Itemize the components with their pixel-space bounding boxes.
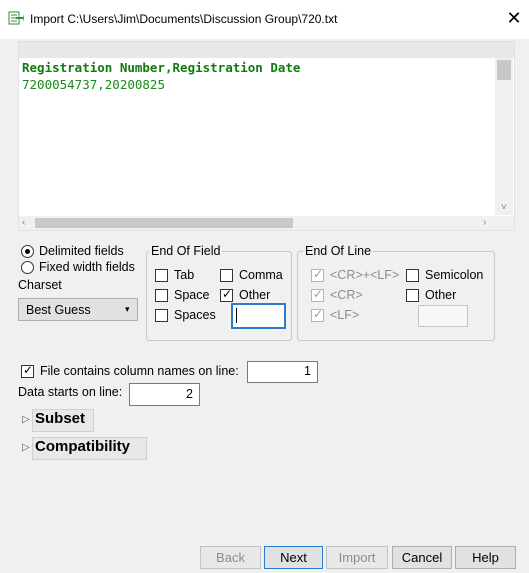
data-starts-line-value: 2	[186, 387, 193, 401]
other-line-label: Other	[425, 288, 457, 302]
horizontal-scroll-thumb[interactable]	[35, 218, 293, 228]
scroll-left-icon[interactable]: ‹	[22, 217, 25, 229]
delimited-radio[interactable]	[21, 245, 34, 258]
back-button[interactable]: Back	[200, 546, 261, 569]
space-label: Space	[174, 288, 210, 302]
vertical-scrollbar[interactable]	[495, 58, 513, 215]
file-preview[interactable]: Registration Number,Registration Date 72…	[18, 41, 515, 231]
end-of-line-group	[297, 251, 495, 341]
other-field-label: Other	[239, 288, 271, 302]
chevron-down-icon: ▾	[125, 304, 130, 314]
import-button[interactable]: Import	[326, 546, 388, 569]
semicolon-checkbox[interactable]	[406, 269, 419, 282]
window-title: Import C:\Users\Jim\Documents\Discussion…	[30, 12, 338, 26]
end-of-line-title: End Of Line	[303, 244, 374, 258]
disclosure-triangle-icon[interactable]: ▷	[22, 441, 32, 455]
column-names-label: File contains column names on line:	[40, 364, 239, 378]
fixed-width-radio[interactable]	[21, 261, 34, 274]
tab-checkbox[interactable]	[155, 269, 168, 282]
tab-label: Tab	[174, 268, 195, 282]
checkmark-icon: ✓	[313, 267, 324, 281]
end-of-field-title: End Of Field	[149, 244, 223, 258]
other-line-checkbox[interactable]	[406, 289, 419, 302]
preview-line-data: 7200054737,20200825	[22, 77, 165, 92]
text-caret	[236, 308, 237, 323]
column-names-line-value: 1	[304, 364, 311, 378]
charset-value: Best Guess	[26, 303, 91, 317]
subset-section-header[interactable]: Subset	[32, 409, 94, 432]
fixed-width-label: Fixed width fields	[39, 260, 135, 274]
preview-line-header: Registration Number,Registration Date	[22, 60, 301, 75]
cr-label: <CR>	[330, 288, 363, 302]
checkmark-icon: ✓	[313, 307, 324, 321]
checkmark-icon: ✓	[23, 363, 34, 377]
title-bar: Import C:\Users\Jim\Documents\Discussion…	[0, 0, 529, 39]
charset-dropdown[interactable]: Best Guess ▾	[18, 298, 138, 321]
scroll-right-icon[interactable]: ›	[483, 217, 486, 229]
comma-checkbox[interactable]	[220, 269, 233, 282]
next-button[interactable]: Next	[264, 546, 323, 569]
preview-header-bar	[19, 42, 514, 58]
semicolon-label: Semicolon	[425, 268, 484, 282]
close-icon[interactable]: ✕	[504, 8, 524, 28]
other-field-input[interactable]	[231, 303, 286, 329]
delimited-label: Delimited fields	[39, 244, 124, 258]
other-line-input[interactable]	[418, 305, 468, 327]
spaces-label: Spaces	[174, 308, 216, 322]
disclosure-triangle-icon[interactable]: ▷	[22, 413, 32, 427]
column-names-line-input[interactable]: 1	[247, 361, 318, 383]
other-field-checkbox[interactable]: ✓	[220, 287, 233, 302]
data-starts-line-input[interactable]: 2	[129, 383, 200, 406]
compatibility-section-header[interactable]: Compatibility	[32, 437, 147, 460]
lf-checkbox[interactable]: ✓	[311, 307, 324, 322]
cr-checkbox[interactable]: ✓	[311, 287, 324, 302]
crlf-checkbox[interactable]: ✓	[311, 267, 324, 282]
column-names-checkbox[interactable]: ✓	[21, 363, 34, 378]
data-import-icon	[8, 11, 24, 25]
checkmark-icon: ✓	[222, 287, 233, 301]
spaces-checkbox[interactable]	[155, 309, 168, 322]
space-checkbox[interactable]	[155, 289, 168, 302]
scroll-down-icon[interactable]: ˅	[501, 202, 507, 214]
checkmark-icon: ✓	[313, 287, 324, 301]
lf-label: <LF>	[330, 308, 360, 322]
help-button[interactable]: Help	[455, 546, 516, 569]
comma-label: Comma	[239, 268, 283, 282]
vertical-scroll-thumb[interactable]	[497, 60, 511, 80]
crlf-label: <CR>+<LF>	[330, 268, 400, 282]
data-starts-label: Data starts on line:	[18, 385, 123, 399]
charset-label: Charset	[18, 278, 62, 292]
cancel-button[interactable]: Cancel	[392, 546, 452, 569]
